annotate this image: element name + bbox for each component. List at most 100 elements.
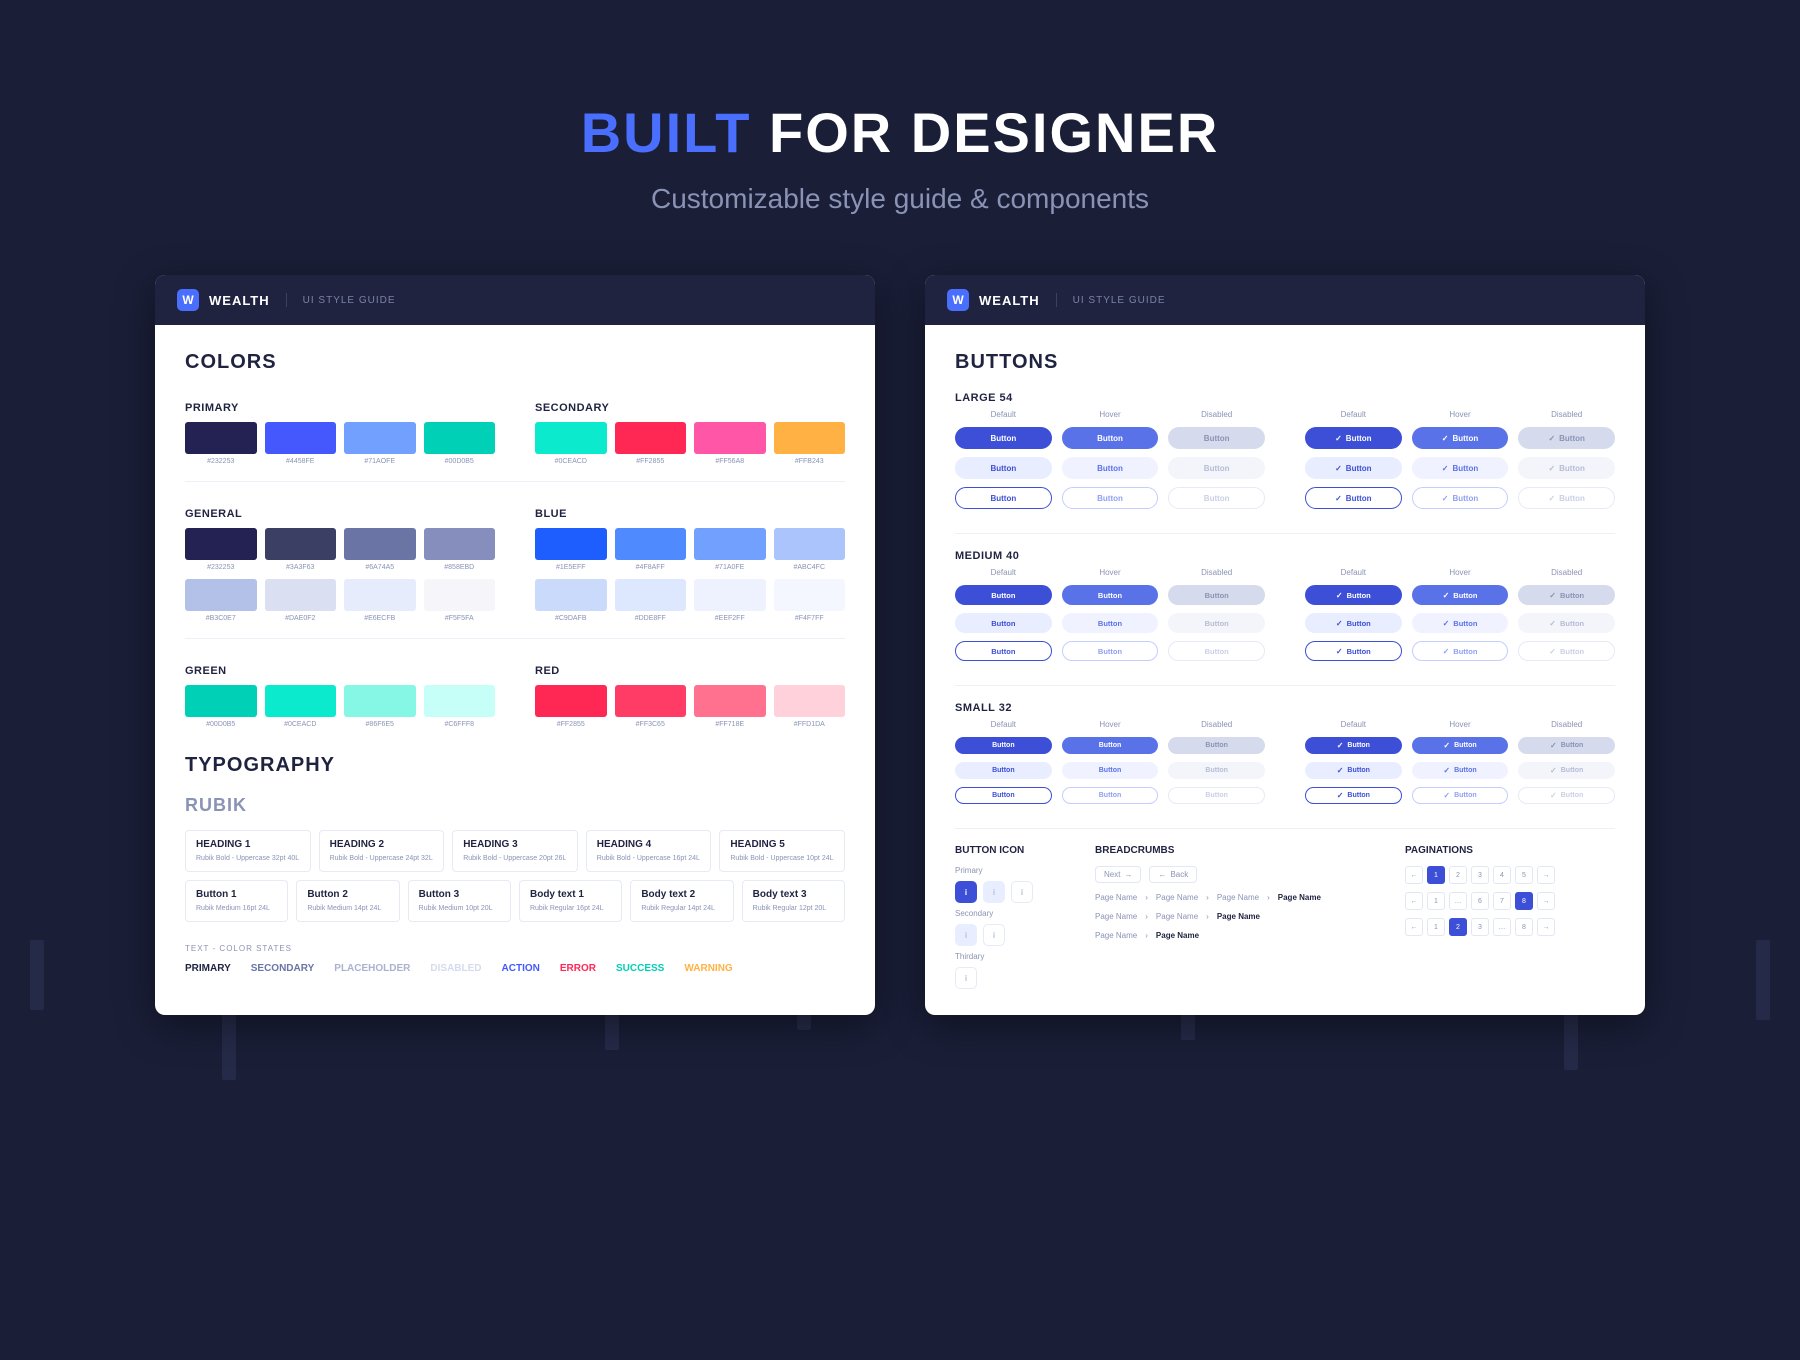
pag-page[interactable]: 2 (1449, 918, 1467, 936)
sample-button[interactable]: Button (1168, 641, 1265, 661)
sample-button[interactable]: Button (1412, 585, 1509, 605)
breadcrumb-nav-buttons: Next→ ←Back (1095, 866, 1375, 883)
sample-button[interactable]: Button (1412, 457, 1509, 479)
sample-button[interactable]: Button (1168, 613, 1265, 633)
sample-button[interactable]: Button (955, 487, 1052, 509)
chevron-right-icon: › (1145, 893, 1148, 902)
color-swatch: #FFD1DA (774, 685, 846, 728)
sample-button[interactable]: Button (1168, 787, 1265, 804)
sample-button[interactable]: Button (1412, 427, 1509, 449)
sample-button[interactable]: Button (1518, 585, 1615, 605)
typo-title: TYPOGRAPHY (185, 754, 845, 777)
sample-button[interactable]: Button (1518, 641, 1615, 661)
icon-button-secondary-outline[interactable]: i (983, 924, 1005, 946)
sample-button[interactable]: Button (1305, 737, 1402, 754)
pag-page[interactable]: 6 (1471, 892, 1489, 910)
pag-next[interactable]: → (1537, 892, 1555, 910)
icon-button-primary[interactable]: i (955, 881, 977, 903)
button-size-label: MEDIUM 40 (955, 550, 1615, 562)
sample-button[interactable]: Button (1518, 427, 1615, 449)
pag-page[interactable]: 1 (1427, 918, 1445, 936)
sample-button[interactable]: Button (1168, 457, 1265, 479)
pag-page[interactable]: 1 (1427, 866, 1445, 884)
sample-button[interactable]: Button (1168, 427, 1265, 449)
sample-button[interactable]: Button (1518, 487, 1615, 509)
button-state-header: Hover (1062, 720, 1159, 729)
sample-button[interactable]: Button (1062, 737, 1159, 754)
sample-button[interactable]: Button (955, 737, 1052, 754)
pag-page[interactable]: 3 (1471, 866, 1489, 884)
sample-button[interactable]: Button (1062, 585, 1159, 605)
sample-button[interactable]: Button (1518, 737, 1615, 754)
pag-page[interactable]: 5 (1515, 866, 1533, 884)
icon-button-secondary[interactable]: i (955, 924, 977, 946)
button-state-header: Hover (1412, 720, 1509, 729)
pag-page[interactable]: 8 (1515, 918, 1533, 936)
sample-button[interactable]: Button (1062, 641, 1159, 661)
sample-button[interactable]: Button (1412, 641, 1509, 661)
breadcrumbs-label: BREADCRUMBS (1095, 845, 1375, 856)
sample-button[interactable]: Button (1412, 762, 1509, 779)
button-state-header: Hover (1062, 568, 1159, 577)
sample-button[interactable]: Button (1168, 585, 1265, 605)
sample-button[interactable]: Button (1305, 641, 1402, 661)
pag-page[interactable]: 3 (1471, 918, 1489, 936)
sample-button[interactable]: Button (1518, 457, 1615, 479)
sample-button[interactable]: Button (955, 641, 1052, 661)
sample-button[interactable]: Button (1518, 613, 1615, 633)
sample-button[interactable]: Button (955, 787, 1052, 804)
pag-page[interactable]: 4 (1493, 866, 1511, 884)
sample-button[interactable]: Button (1305, 762, 1402, 779)
buttons-title: BUTTONS (955, 351, 1615, 374)
sample-button[interactable]: Button (1305, 787, 1402, 804)
button-state-header: Hover (1062, 410, 1159, 419)
type-spec-card: Body text 2Rubik Regular 14pt 24L (630, 880, 733, 922)
icon-button-thirdary[interactable]: i (955, 967, 977, 989)
next-button[interactable]: Next→ (1095, 866, 1141, 883)
sample-button[interactable]: Button (1062, 787, 1159, 804)
sample-button[interactable]: Button (1062, 487, 1159, 509)
pag-page[interactable]: 8 (1515, 892, 1533, 910)
button-state-header: Default (1305, 410, 1402, 419)
sample-button[interactable]: Button (1168, 487, 1265, 509)
sample-button[interactable]: Button (1062, 427, 1159, 449)
sample-button[interactable]: Button (1168, 762, 1265, 779)
sample-button[interactable]: Button (1412, 487, 1509, 509)
sample-button[interactable]: Button (1305, 487, 1402, 509)
type-spec-card: Body text 3Rubik Regular 12pt 20L (742, 880, 845, 922)
pag-page[interactable]: 2 (1449, 866, 1467, 884)
pag-next[interactable]: → (1537, 866, 1555, 884)
pag-ellipsis: … (1493, 918, 1511, 936)
sample-button[interactable]: Button (1412, 613, 1509, 633)
icon-button-primary-outline[interactable]: i (1011, 881, 1033, 903)
sample-button[interactable]: Button (1305, 585, 1402, 605)
pag-prev[interactable]: ← (1405, 892, 1423, 910)
chevron-right-icon: › (1145, 912, 1148, 921)
sample-button[interactable]: Button (1062, 613, 1159, 633)
sample-button[interactable]: Button (1412, 737, 1509, 754)
pag-page[interactable]: 7 (1493, 892, 1511, 910)
back-button[interactable]: ←Back (1149, 866, 1197, 883)
pag-page[interactable]: 1 (1427, 892, 1445, 910)
pag-next[interactable]: → (1537, 918, 1555, 936)
sample-button[interactable]: Button (1518, 762, 1615, 779)
sample-button[interactable]: Button (1168, 737, 1265, 754)
sample-button[interactable]: Button (955, 762, 1052, 779)
pag-prev[interactable]: ← (1405, 918, 1423, 936)
sample-button[interactable]: Button (955, 585, 1052, 605)
sample-button[interactable]: Button (1062, 762, 1159, 779)
sample-button[interactable]: Button (1412, 787, 1509, 804)
logo-icon: W (947, 289, 969, 311)
sample-button[interactable]: Button (1305, 613, 1402, 633)
sample-button[interactable]: Button (1518, 787, 1615, 804)
sample-button[interactable]: Button (1062, 457, 1159, 479)
sample-button[interactable]: Button (1305, 457, 1402, 479)
sample-button[interactable]: Button (955, 613, 1052, 633)
button-state-header: Disabled (1518, 568, 1615, 577)
sample-button[interactable]: Button (955, 427, 1052, 449)
icon-button-primary-light[interactable]: i (983, 881, 1005, 903)
button-state-header: Default (1305, 568, 1402, 577)
sample-button[interactable]: Button (955, 457, 1052, 479)
pag-prev[interactable]: ← (1405, 866, 1423, 884)
sample-button[interactable]: Button (1305, 427, 1402, 449)
